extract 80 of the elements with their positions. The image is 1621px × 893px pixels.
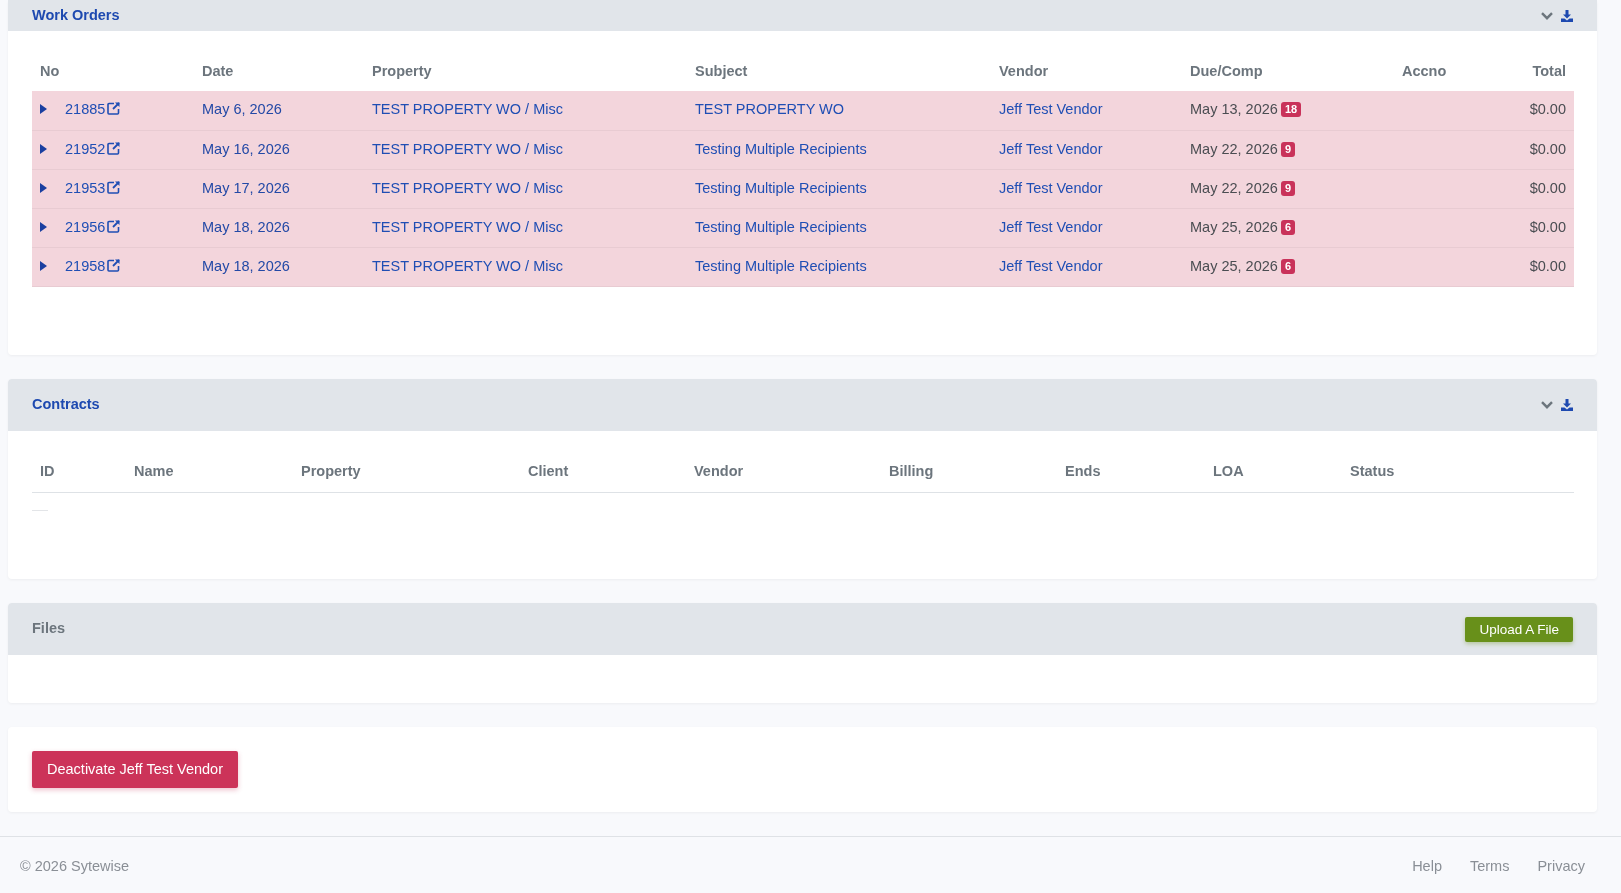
days-count-badge: 6 [1280, 258, 1295, 274]
column-header: Accno [1394, 53, 1480, 91]
table-cell: $0.00 [1480, 130, 1574, 169]
days-count-badge: 9 [1280, 141, 1295, 157]
property-link[interactable]: TEST PROPERTY WO / Misc [372, 101, 563, 118]
subject-link[interactable]: Testing Multiple Recipients [695, 257, 867, 274]
subject-link[interactable]: TEST PROPERTY WO [695, 101, 845, 118]
column-header: Date [194, 53, 364, 91]
column-header: Billing [881, 452, 1057, 493]
work-order-link[interactable]: 21953 [65, 179, 121, 196]
external-link-icon[interactable] [107, 141, 121, 155]
column-header: No [32, 53, 194, 91]
column-header: Property [364, 53, 687, 91]
table-cell: May 18, 2026 [194, 208, 364, 247]
days-count-badge: 9 [1280, 180, 1295, 196]
vendor-link[interactable]: Jeff Test Vendor [999, 179, 1103, 196]
column-header: Name [126, 452, 293, 493]
vendor-link[interactable]: Jeff Test Vendor [999, 218, 1103, 235]
property-link[interactable]: TEST PROPERTY WO / Misc [372, 179, 563, 196]
caret-icon[interactable] [40, 143, 47, 154]
download-icon[interactable] [1561, 9, 1573, 22]
table-cell: $0.00 [1480, 169, 1574, 208]
work-order-link[interactable]: 21956 [65, 218, 121, 235]
caret-icon[interactable] [40, 260, 47, 271]
vendor-link[interactable]: Jeff Test Vendor [999, 101, 1103, 118]
column-header: ID [32, 452, 126, 493]
section-title[interactable]: Contracts [32, 393, 100, 416]
caret-icon[interactable] [40, 182, 47, 193]
days-count-badge: 18 [1280, 102, 1302, 118]
deactivate-button[interactable]: Deactivate Jeff Test Vendor [32, 751, 238, 788]
column-header: Total [1480, 53, 1574, 91]
column-header: Status [1342, 452, 1574, 493]
caret-icon[interactable] [40, 104, 47, 115]
column-header: Property [293, 452, 520, 493]
table-cell: May 17, 2026 [194, 169, 364, 208]
column-header: Subject [687, 53, 991, 91]
column-header: Vendor [991, 53, 1182, 91]
external-link-icon[interactable] [107, 180, 121, 194]
property-link[interactable]: TEST PROPERTY WO / Misc [372, 218, 563, 235]
upload-button[interactable]: Upload A File [1465, 616, 1573, 642]
column-header: Ends [1057, 452, 1205, 493]
column-header: LOA [1205, 452, 1342, 493]
work-order-link[interactable]: 21885 [65, 101, 121, 118]
due-date-text: May 25, 2026 [1190, 257, 1278, 274]
vendor-link[interactable]: Jeff Test Vendor [999, 140, 1103, 157]
due-date-text: May 22, 2026 [1190, 140, 1278, 157]
table-cell: $0.00 [1480, 91, 1574, 130]
table-cell: May 6, 2026 [194, 91, 364, 130]
due-date-text: May 22, 2026 [1190, 179, 1278, 196]
column-header: Due/Comp [1182, 53, 1394, 91]
vendor-link[interactable]: Jeff Test Vendor [999, 257, 1103, 274]
caret-icon[interactable] [40, 221, 47, 232]
download-icon[interactable] [1561, 398, 1573, 411]
copyright-text: © 2026 Sytewise [20, 856, 130, 876]
subject-link[interactable]: Testing Multiple Recipients [695, 140, 867, 157]
footer-link[interactable]: Help [1412, 855, 1442, 878]
chevron-down-icon[interactable] [1541, 400, 1553, 409]
table-cell: $0.00 [1480, 247, 1574, 286]
footer-link[interactable]: Terms [1469, 855, 1510, 878]
chevron-down-icon[interactable] [1541, 11, 1553, 20]
table-cell: May 18, 2026 [194, 247, 364, 286]
work-order-link[interactable]: 21952 [65, 140, 121, 157]
work-order-link[interactable]: 21958 [65, 257, 121, 274]
section-title: Files [32, 619, 66, 639]
external-link-icon[interactable] [107, 258, 121, 272]
column-header: Vendor [686, 452, 881, 493]
external-link-icon[interactable] [107, 102, 121, 116]
external-link-icon[interactable] [107, 219, 121, 233]
table-cell: $0.00 [1480, 208, 1574, 247]
table-cell: May 16, 2026 [194, 130, 364, 169]
days-count-badge: 6 [1280, 219, 1295, 235]
column-header: Client [520, 452, 686, 493]
subject-link[interactable]: Testing Multiple Recipients [695, 179, 867, 196]
property-link[interactable]: TEST PROPERTY WO / Misc [372, 140, 563, 157]
section-title[interactable]: Work Orders [32, 4, 120, 27]
footer-link[interactable]: Privacy [1537, 855, 1585, 878]
property-link[interactable]: TEST PROPERTY WO / Misc [372, 257, 563, 274]
subject-link[interactable]: Testing Multiple Recipients [695, 218, 867, 235]
due-date-text: May 13, 2026 [1190, 101, 1278, 118]
due-date-text: May 25, 2026 [1190, 218, 1278, 235]
